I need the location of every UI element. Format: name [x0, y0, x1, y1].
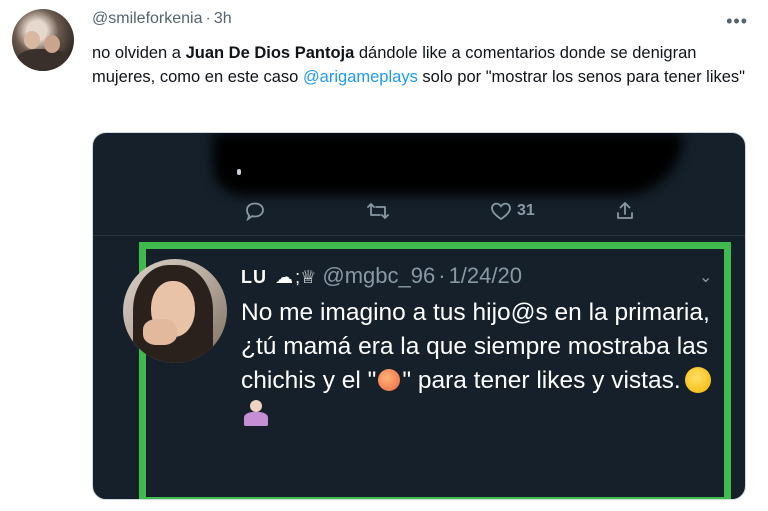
avatar-body — [16, 49, 70, 71]
avatar-face-2 — [44, 35, 60, 53]
laughing-emoji-icon — [684, 367, 711, 393]
cloud-icon: ☁ — [275, 267, 294, 287]
chevron-down-icon: ⌄ — [699, 269, 713, 286]
tweet-time[interactable]: 3h — [214, 10, 232, 27]
quoted-header: LU ☁ ;♕ @mgbc_96 · 1/24/20 — [241, 263, 522, 289]
embedded-action-row: 31 — [93, 199, 745, 227]
quoted-avatar — [123, 259, 227, 363]
avatar-face-1 — [24, 31, 40, 49]
redacted-dot — [237, 169, 241, 175]
quoted-text-line-2: " para tener likes y vistas. — [402, 367, 681, 394]
quoted-handle: @mgbc_96 — [322, 263, 436, 288]
like-action: 31 — [488, 199, 535, 223]
tweet[interactable]: @smileforkenia · 3h ••• no olviden a Juan … — [0, 0, 768, 511]
quoted-text: No me imagino a tus hijo@s en la primari… — [241, 296, 721, 438]
quoted-extra-symbol: ;♕ — [295, 267, 317, 287]
tweet-header: @smileforkenia · 3h — [92, 10, 232, 28]
quoted-date: 1/24/20 — [448, 263, 522, 288]
reply-icon — [243, 199, 267, 223]
more-horizontal-icon[interactable]: ••• — [726, 12, 748, 30]
like-count: 31 — [517, 202, 535, 219]
peach-emoji-icon — [378, 369, 401, 391]
header-separator: · — [205, 10, 211, 27]
user-handle[interactable]: @smileforkenia — [92, 10, 203, 27]
shrug-emoji-icon — [241, 398, 271, 428]
retweet-icon — [365, 199, 391, 223]
tweet-text-start: no olviden a — [92, 44, 186, 62]
tweet-media[interactable]: 31 LU ☁ ;♕ @mgbc_96 · 1/24/20 ⌄ No me imagi… — [92, 132, 746, 500]
tweet-text: no olviden a Juan De Dios Pantoja dándol… — [92, 41, 752, 89]
quoted-separator: · — [438, 263, 446, 288]
media-divider — [93, 235, 745, 236]
share-icon — [613, 199, 637, 223]
heart-icon — [491, 202, 511, 221]
tweet-bold-name: Juan De Dios Pantoja — [185, 44, 355, 62]
mention-link[interactable]: @arigameplays — [303, 68, 418, 86]
tweet-text-end: solo por "mostrar los senos para tener l… — [417, 68, 746, 86]
avatar[interactable] — [12, 9, 74, 71]
quoted-name: LU — [241, 267, 267, 287]
redacted-area — [213, 133, 683, 195]
quoted-avatar-hand — [143, 319, 177, 345]
